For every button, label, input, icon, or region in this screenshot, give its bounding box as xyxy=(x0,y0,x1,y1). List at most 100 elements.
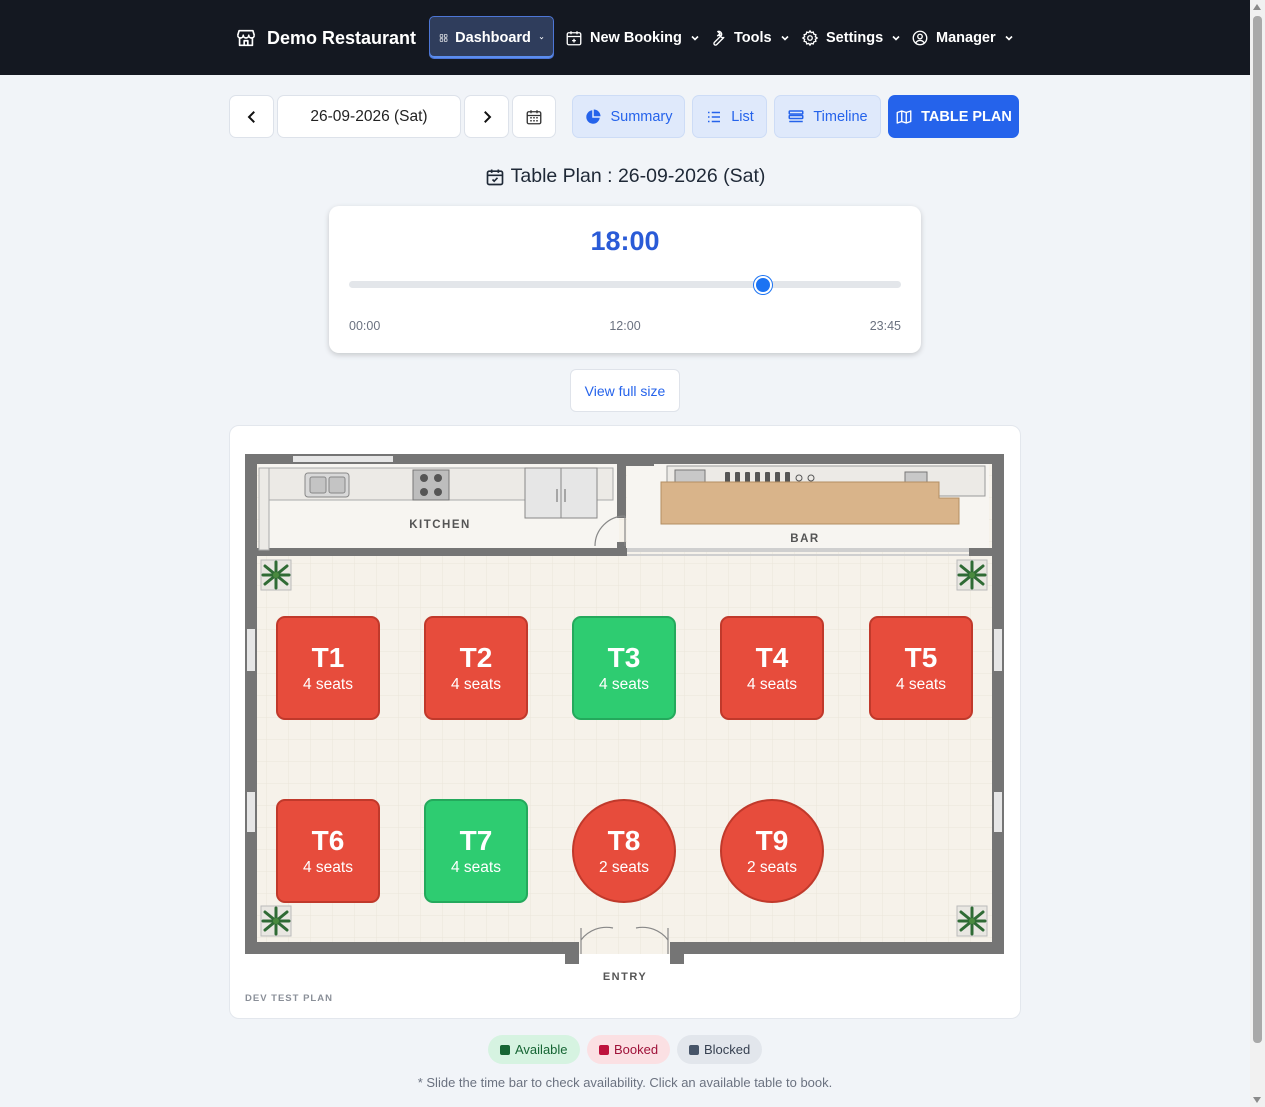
time-slider-card: 18:00 00:00 12:00 23:45 xyxy=(329,206,921,353)
table-t3[interactable]: T3 4 seats xyxy=(572,616,676,720)
prev-day-button[interactable] xyxy=(229,95,274,138)
scrollbar-thumb[interactable] xyxy=(1253,16,1262,1043)
legend-blocked: Blocked xyxy=(677,1035,763,1064)
chevron-down-icon xyxy=(539,36,544,39)
calendar-picker-button[interactable] xyxy=(512,95,556,138)
table-seats: 2 seats xyxy=(747,858,797,876)
bar-label: BAR xyxy=(790,533,819,545)
legend-booked: Booked xyxy=(587,1035,671,1064)
legend-booked-label: Booked xyxy=(614,1042,659,1057)
table-seats: 4 seats xyxy=(303,858,353,876)
table-name: T1 xyxy=(311,641,345,673)
table-name: T2 xyxy=(459,641,493,673)
plan-watermark-label: DEV TEST PLAN xyxy=(245,993,333,1004)
legend-available: Available xyxy=(488,1035,580,1064)
brand[interactable]: Demo Restaurant xyxy=(235,26,416,50)
scroll-down-arrow[interactable] xyxy=(1253,1097,1261,1103)
kitchen-label: KITCHEN xyxy=(409,519,471,531)
page-title-text: Table Plan : 26-09-2026 (Sat) xyxy=(510,165,766,187)
slider-mid-label: 12:00 xyxy=(609,319,641,333)
map-icon xyxy=(896,109,912,124)
time-slider-track[interactable] xyxy=(349,281,901,288)
list-icon xyxy=(708,111,721,122)
booked-swatch xyxy=(599,1044,609,1055)
table-t5[interactable]: T5 4 seats xyxy=(869,616,973,720)
table-name: T5 xyxy=(904,641,938,673)
nav-new-booking-label: New Booking xyxy=(590,29,682,46)
calendar-check-icon xyxy=(486,169,503,185)
table-seats: 4 seats xyxy=(451,675,501,693)
time-slider-thumb[interactable] xyxy=(754,276,772,294)
entry-label: ENTRY xyxy=(603,971,647,983)
table-seats: 4 seats xyxy=(303,675,353,693)
chevron-down-icon xyxy=(892,35,900,41)
chevron-down-icon xyxy=(781,35,789,41)
nav-tools[interactable]: Tools xyxy=(700,16,799,59)
table-name: T8 xyxy=(607,824,641,856)
calendar-plus-icon xyxy=(566,30,582,45)
table-name: T9 xyxy=(755,824,789,856)
table-t6[interactable]: T6 4 seats xyxy=(276,799,380,903)
plant-icon xyxy=(956,559,988,591)
date-value: 26-09-2026 (Sat) xyxy=(310,107,428,125)
nav-manager-label: Manager xyxy=(936,29,996,46)
nav-new-booking[interactable]: New Booking xyxy=(556,16,709,59)
page-title: Table Plan : 26-09-2026 (Sat) xyxy=(0,165,1250,188)
gear-icon xyxy=(801,29,819,46)
page-scrollbar[interactable] xyxy=(1250,0,1265,1107)
brand-name: Demo Restaurant xyxy=(267,27,417,48)
available-swatch xyxy=(500,1044,510,1055)
timeline-label: Timeline xyxy=(813,108,868,125)
chevron-left-icon xyxy=(247,110,255,123)
wrench-icon xyxy=(713,30,725,46)
table-seats: 4 seats xyxy=(747,675,797,693)
top-navbar: Demo Restaurant Dashboard New Booking To… xyxy=(0,0,1250,75)
table-seats: 2 seats xyxy=(599,858,649,876)
scroll-up-arrow[interactable] xyxy=(1253,4,1261,10)
nav-settings[interactable]: Settings xyxy=(792,16,910,59)
legend-available-label: Available xyxy=(515,1042,568,1057)
timeline-icon xyxy=(788,109,804,122)
table-seats: 4 seats xyxy=(599,675,649,693)
current-time: 18:00 xyxy=(590,226,660,256)
pie-chart-icon xyxy=(586,109,601,124)
chevron-down-icon xyxy=(1005,35,1013,41)
table-seats: 4 seats xyxy=(896,675,946,693)
plant-icon xyxy=(956,905,988,937)
legend-blocked-label: Blocked xyxy=(704,1042,751,1057)
table-plan-label: TABLE PLAN xyxy=(921,108,1012,125)
list-label: List xyxy=(731,108,754,125)
help-footnote: * Slide the time bar to check availabili… xyxy=(417,1075,833,1090)
chevron-down-icon xyxy=(691,35,699,41)
table-t8[interactable]: T8 2 seats xyxy=(572,799,676,903)
table-t2[interactable]: T2 4 seats xyxy=(424,616,528,720)
chevron-right-icon xyxy=(483,110,491,123)
table-t1[interactable]: T1 4 seats xyxy=(276,616,380,720)
next-day-button[interactable] xyxy=(464,95,509,138)
user-circle-icon xyxy=(912,30,928,45)
timeline-view-button[interactable]: Timeline xyxy=(774,95,881,138)
nav-manager[interactable]: Manager xyxy=(902,16,1023,59)
table-t9[interactable]: T9 2 seats xyxy=(720,799,824,903)
calendar-icon xyxy=(526,109,542,124)
list-view-button[interactable]: List xyxy=(692,95,767,138)
table-t4[interactable]: T4 4 seats xyxy=(720,616,824,720)
nav-settings-label: Settings xyxy=(826,29,884,46)
nav-dashboard[interactable]: Dashboard xyxy=(429,16,554,59)
blocked-swatch xyxy=(689,1044,699,1055)
table-name: T4 xyxy=(755,641,789,673)
table-seats: 4 seats xyxy=(451,858,501,876)
plant-icon xyxy=(260,559,292,591)
plant-icon xyxy=(260,905,292,937)
table-plan-view-button[interactable]: TABLE PLAN xyxy=(888,95,1019,138)
nav-tools-label: Tools xyxy=(734,29,772,46)
table-t7[interactable]: T7 4 seats xyxy=(424,799,528,903)
storefront-icon xyxy=(236,29,256,47)
view-full-size-button[interactable]: View full size xyxy=(570,369,680,412)
slider-max-label: 23:45 xyxy=(869,319,901,333)
table-name: T6 xyxy=(311,824,345,856)
table-name: T3 xyxy=(607,641,641,673)
grid-icon xyxy=(439,33,448,42)
date-input[interactable]: 26-09-2026 (Sat) xyxy=(277,95,461,138)
summary-view-button[interactable]: Summary xyxy=(572,95,685,138)
